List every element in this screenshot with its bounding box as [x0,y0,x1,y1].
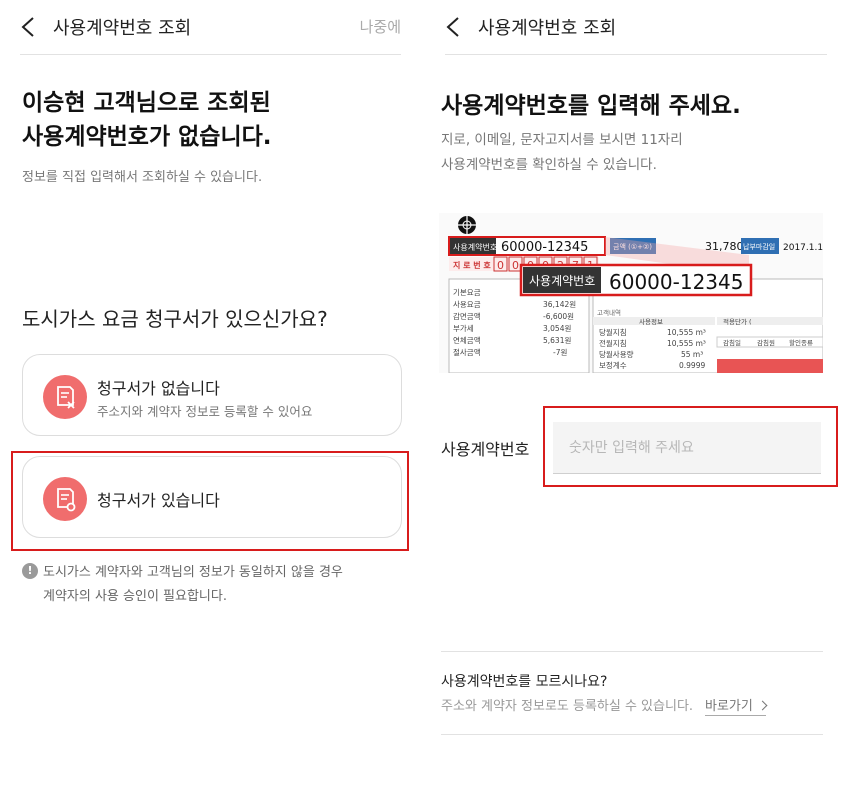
usage-value: 55 m³ [681,350,703,359]
rate-label: 적용단가 ( [723,317,752,326]
usage-label: 보정계수 [599,360,627,370]
shortcut-link-label: 바로가기 [705,699,753,714]
divider [441,651,823,652]
option-title: 청구서가 없습니다 [97,379,220,398]
subtitle: 지로, 이메일, 문자고지서를 보시면 11자리 사용계약번호를 확인하실 수 … [441,128,821,178]
rate-col: 감침일 [723,338,741,347]
page-title: 사용계약번호 조회 [53,18,192,39]
bill-small-number: 60000-12345 [501,240,588,255]
subtitle: 정보를 직접 입력해서 조회하실 수 있습니다. [22,170,263,185]
usage-value: 10,555 m³ [667,339,706,348]
usage-value: 10,555 m³ [667,328,706,337]
option-desc: 주소지와 계약자 정보로 등록할 수 있어요 [97,404,313,419]
notice-line: 도시가스 계약자와 고객님의 정보가 동일하지 않을 경우 [43,565,343,580]
charge-label: 사용요금 [453,300,481,309]
notice: 도시가스 계약자와 고객님의 정보가 동일하지 않을 경우 계약자의 사용 승인… [43,561,393,609]
page-title: 사용계약번호 조회 [478,18,617,39]
help-desc: 주소와 계약자 정보로도 등록하실 수 있습니다. [441,699,694,714]
help-question: 사용계약번호를 모르시나요? [441,674,608,690]
no-bill-option[interactable]: 청구서가 없습니다 주소지와 계약자 정보로 등록할 수 있어요 [22,354,402,436]
contract-number-label: 사용계약번호 [441,440,530,459]
usage-header: 사용정보 [639,317,663,326]
charge-label: 감면금액 [453,311,481,321]
bill-due-date: 2017.1.1 [783,243,823,253]
headline-line: 사용계약번호가 없습니다. [22,124,272,150]
question: 도시가스 요금 청구서가 있으신가요? [22,307,328,331]
option-title: 청구서가 있습니다 [97,491,220,510]
bill-x-icon [43,375,87,419]
giro-digit: 0 [512,259,519,272]
back-arrow-icon[interactable] [445,16,465,38]
gas-company-logo-icon [458,216,476,234]
charge-label: 기본요금 [453,288,481,297]
charge-value: -7원 [553,348,567,357]
shortcut-link[interactable]: 바로가기 [705,695,768,716]
usage-value: 0.9999 [679,361,705,370]
rate-col: 할인종류 [789,338,813,347]
charge-label: 연체금액 [453,335,481,345]
charge-value: 3,054원 [543,324,571,333]
charge-label: 부가세 [453,324,474,333]
screen-contract-not-found: 사용계약번호 조회 나중에 이승현 고객님으로 조회된 사용계약번호가 없습니다… [0,0,425,785]
has-bill-option[interactable]: 청구서가 있습니다 [22,456,402,538]
later-button[interactable]: 나중에 [360,16,401,37]
bill-small-label: 사용계약번호 [453,242,497,252]
back-arrow-icon[interactable] [20,16,40,38]
divider [441,734,823,735]
screen-contract-input: 사용계약번호 조회 사용계약번호를 입력해 주세요. 지로, 이메일, 문자고지… [425,0,851,785]
usage-label: 당월사용량 [599,349,634,359]
charge-value: 36,142원 [543,300,576,309]
header: 사용계약번호 조회 나중에 [20,0,401,55]
giro-digit: 0 [497,259,504,272]
rate-col: 감침원 [757,338,775,347]
subtitle-line: 지로, 이메일, 문자고지서를 보시면 11자리 [441,132,683,148]
headline: 사용계약번호를 입력해 주세요. [441,93,741,119]
callout-label: 사용계약번호 [529,273,595,288]
bill-check-icon [43,477,87,521]
headline-line: 이승현 고객님으로 조회된 [22,90,271,116]
bill-illustration: 사용계약번호 60000-12345 금액 (①+②) 31,780원 납부마감… [439,213,823,373]
usage-label: 당월지침 [599,327,627,337]
usage-label: 전월지침 [599,338,627,348]
bill-giro-label: 지 로 번 호 [453,260,491,270]
bill-due-label: 납부마감일 [743,242,775,251]
bill-sample-image: 사용계약번호 60000-12345 금액 (①+②) 31,780원 납부마감… [439,213,823,373]
header: 사용계약번호 조회 [445,0,827,55]
charge-value: -6,600원 [543,312,574,321]
bill-note-label: 고객내역 [597,308,621,317]
info-icon: ! [22,563,38,579]
subtitle-line: 사용계약번호를 확인하실 수 있습니다. [441,157,657,173]
notice-line: 계약자의 사용 승인이 필요합니다. [43,589,227,604]
callout-number: 60000-12345 [609,270,743,294]
contract-number-input[interactable] [553,422,821,474]
charge-value: 5,631원 [543,336,571,345]
chevron-right-icon [757,700,768,711]
headline: 이승현 고객님으로 조회된 사용계약번호가 없습니다. [22,86,402,154]
charge-label: 절사금액 [453,347,481,357]
